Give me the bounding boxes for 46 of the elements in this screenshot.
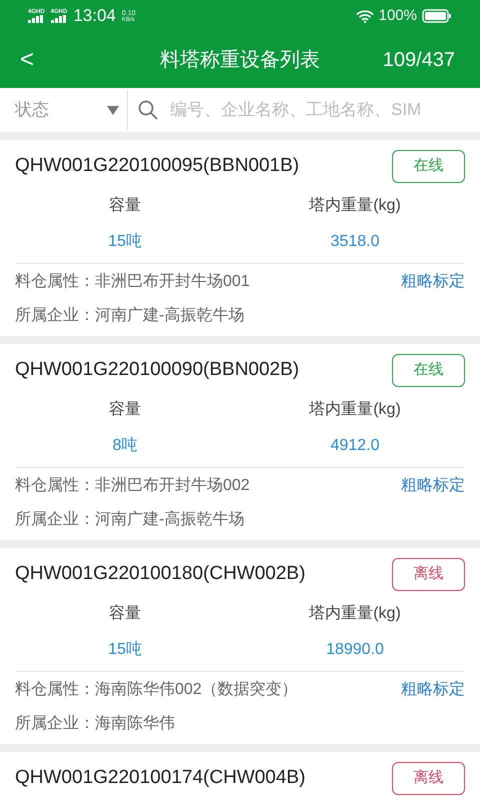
company-text: 所属企业：河南广建-高振乾牛场 xyxy=(15,306,244,326)
search-field[interactable]: 编号、企业名称、工地名称、SIM xyxy=(128,97,480,123)
bin-attribute: 料仓属性：非洲巴布开封牛场001 xyxy=(15,272,250,292)
wifi-icon xyxy=(356,10,374,22)
status-badge: 离线 xyxy=(392,558,465,590)
signal-icon xyxy=(50,15,67,23)
device-title: QHW001G220100095(BBN001B) xyxy=(15,154,300,178)
device-card[interactable]: QHW001G220100090(BBN002B) 在线 容量 塔内重量(kg) 8吨 4912.0 料仓属性：非洲巴布开封牛场002 粗略标定 所属企业：河南广建-高振乾牛场 xyxy=(0,344,480,540)
status-dropdown[interactable]: 状态 xyxy=(0,90,128,130)
dropdown-triangle-icon xyxy=(107,106,119,114)
device-card[interactable]: QHW001G220100095(BBN001B) 在线 容量 塔内重量(kg) 15吨 3518.0 料仓属性：非洲巴布开封牛场001 粗略标定 所属企业：河南广建-高振乾牛场 xyxy=(0,140,480,336)
status-badge: 离线 xyxy=(392,762,465,794)
capacity-value: 8吨 xyxy=(112,436,138,456)
battery-icon xyxy=(422,9,452,23)
status-badge: 在线 xyxy=(392,354,465,386)
weight-label: 塔内重量(kg) xyxy=(308,604,402,624)
device-title: QHW001G220100174(CHW004B) xyxy=(15,766,306,790)
device-card[interactable]: QHW001G220100174(CHW004B) 离线 xyxy=(0,752,480,800)
capacity-label: 容量 xyxy=(108,604,142,624)
capacity-value: 15吨 xyxy=(107,640,143,660)
back-button[interactable]: < xyxy=(20,42,40,78)
device-title: QHW001G220100090(BBN002B) xyxy=(15,358,300,382)
page-title: 料塔称重设备列表 xyxy=(160,48,320,73)
weight-label: 塔内重量(kg) xyxy=(308,196,402,216)
battery-percent: 100% xyxy=(378,6,417,26)
bin-attribute: 料仓属性：非洲巴布开封牛场002 xyxy=(15,476,250,496)
calibrate-link[interactable]: 粗略标定 xyxy=(401,270,465,294)
search-icon xyxy=(138,100,158,120)
capacity-value: 15吨 xyxy=(107,232,143,252)
company-text: 所属企业：海南陈华伟 xyxy=(15,714,175,734)
device-card[interactable]: QHW001G220100180(CHW002B) 离线 容量 塔内重量(kg) 15吨 18990.0 料仓属性：海南陈华伟002（数据突变） 粗略标定 所属企业：海南陈华伟 xyxy=(0,548,480,744)
weight-label: 塔内重量(kg) xyxy=(308,400,402,420)
weight-value: 4912.0 xyxy=(330,436,380,456)
device-title: QHW001G220100180(CHW002B) xyxy=(15,562,306,586)
calibrate-link[interactable]: 粗略标定 xyxy=(401,678,465,702)
weight-value: 18990.0 xyxy=(325,640,385,660)
bin-attribute: 料仓属性：海南陈华伟002（数据突变） xyxy=(15,680,298,700)
calibrate-link[interactable]: 粗略标定 xyxy=(401,474,465,498)
status-badge: 在线 xyxy=(392,150,465,182)
item-count: 109/437 xyxy=(382,48,456,73)
signal-icon xyxy=(28,15,44,23)
capacity-label: 容量 xyxy=(108,196,142,216)
company-text: 所属企业：河南广建-高振乾牛场 xyxy=(15,510,244,530)
capacity-label: 容量 xyxy=(108,400,142,420)
weight-value: 3518.0 xyxy=(330,232,380,252)
clock: 13:04 xyxy=(73,5,116,28)
